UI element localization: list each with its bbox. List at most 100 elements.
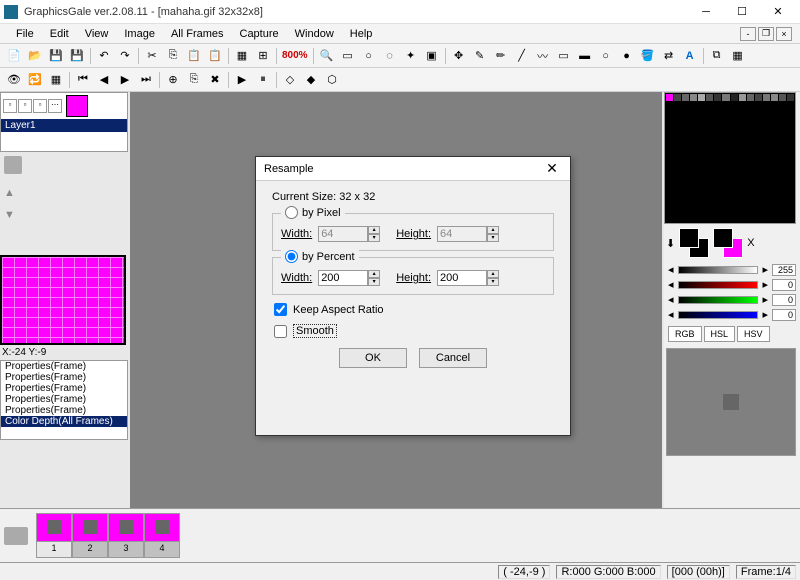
slider-left-icon[interactable]: ◂ — [668, 278, 674, 291]
slider-left-icon[interactable]: ◂ — [668, 263, 674, 276]
ok-button[interactable]: OK — [339, 348, 407, 368]
pixel-width-input[interactable] — [318, 226, 368, 242]
frames-icon[interactable]: ▦ — [46, 70, 66, 90]
slider-left-icon[interactable]: ◂ — [668, 308, 674, 321]
zoom-in-icon[interactable]: 🔍 — [317, 46, 337, 66]
radio-by-pixel[interactable] — [285, 206, 298, 219]
oval-icon[interactable]: ○ — [596, 46, 616, 66]
brush2-icon[interactable]: ◆ — [301, 70, 321, 90]
spin-down-icon[interactable]: ▾ — [368, 234, 380, 242]
brush1-icon[interactable]: ◇ — [280, 70, 300, 90]
zoom-level[interactable]: 800% — [280, 50, 310, 61]
swap-down-icon[interactable]: ⬇ — [666, 237, 675, 250]
open-file-icon[interactable]: 📂 — [25, 46, 45, 66]
spin-down-icon[interactable]: ▾ — [487, 234, 499, 242]
paste2-icon[interactable]: 📋 — [205, 46, 225, 66]
blue-value[interactable]: 0 — [772, 309, 796, 321]
percent-width-input[interactable] — [318, 270, 368, 286]
fill-icon[interactable]: 🪣 — [638, 46, 658, 66]
wheel-icon[interactable] — [4, 156, 22, 174]
layer-more-icon[interactable]: ⋯ — [48, 99, 62, 113]
gray-slider[interactable] — [678, 266, 759, 274]
brush3-icon[interactable]: ⬡ — [322, 70, 342, 90]
copy-icon[interactable]: ⎘ — [163, 46, 183, 66]
history-item[interactable]: Properties(Frame) — [1, 394, 127, 405]
paste-icon[interactable]: 📋 — [184, 46, 204, 66]
slider-right-icon[interactable]: ▸ — [762, 278, 768, 291]
x-icon[interactable]: X — [747, 237, 754, 249]
dialog-close-icon[interactable]: ✕ — [542, 160, 562, 177]
keep-aspect-checkbox[interactable] — [274, 303, 287, 316]
tab-rgb[interactable]: RGB — [668, 326, 702, 342]
history-item[interactable]: Properties(Frame) — [1, 372, 127, 383]
preview-thumbnail[interactable] — [0, 255, 126, 345]
layer-lock-icon[interactable]: ▫ — [18, 99, 32, 113]
spin-up-icon[interactable]: ▴ — [368, 270, 380, 278]
next-frame-icon[interactable]: ▶ — [115, 70, 135, 90]
arrow-up-icon[interactable]: ▲ — [4, 187, 20, 203]
wheel-icon[interactable] — [4, 527, 28, 545]
transparent-icon[interactable]: ▦ — [728, 46, 748, 66]
new-file-icon[interactable]: 📄 — [4, 46, 24, 66]
color-palette[interactable] — [664, 92, 796, 224]
spin-down-icon[interactable]: ▾ — [368, 278, 380, 286]
rect-icon[interactable]: ▭ — [554, 46, 574, 66]
save-all-icon[interactable]: 💾 — [67, 46, 87, 66]
tab-hsv[interactable]: HSV — [737, 326, 770, 342]
fg-bg-swatch[interactable] — [679, 228, 709, 258]
undo-icon[interactable]: ↶ — [94, 46, 114, 66]
prev-frame-icon[interactable]: ◀ — [94, 70, 114, 90]
mdi-restore[interactable]: ❐ — [758, 27, 774, 41]
select-rect-icon[interactable]: ▭ — [338, 46, 358, 66]
play-icon[interactable]: ▶ — [232, 70, 252, 90]
add-frame-icon[interactable]: ⊕ — [163, 70, 183, 90]
select-color-icon[interactable]: ▣ — [422, 46, 442, 66]
red-slider[interactable] — [678, 281, 759, 289]
arrow-down-icon[interactable]: ▼ — [4, 209, 20, 225]
cancel-button[interactable]: Cancel — [419, 348, 487, 368]
grid-icon[interactable]: ▦ — [232, 46, 252, 66]
spin-up-icon[interactable]: ▴ — [487, 226, 499, 234]
red-value[interactable]: 0 — [772, 279, 796, 291]
fillrect-icon[interactable]: ▬ — [575, 46, 595, 66]
spin-down-icon[interactable]: ▾ — [487, 278, 499, 286]
layer-thumbnail[interactable] — [66, 95, 88, 117]
pencil-icon[interactable]: ✏ — [491, 46, 511, 66]
mdi-minimize[interactable]: - — [740, 27, 756, 41]
slider-right-icon[interactable]: ▸ — [762, 293, 768, 306]
spin-up-icon[interactable]: ▴ — [487, 270, 499, 278]
first-frame-icon[interactable]: ⏮ — [73, 70, 93, 90]
menu-file[interactable]: File — [8, 26, 42, 42]
minimize-button[interactable]: ─ — [688, 0, 724, 24]
del-frame-icon[interactable]: ✖ — [205, 70, 225, 90]
replace-icon[interactable]: ⇄ — [659, 46, 679, 66]
history-item[interactable]: Color Depth(All Frames) — [1, 416, 127, 427]
redo-icon[interactable]: ↷ — [115, 46, 135, 66]
menu-view[interactable]: View — [77, 26, 117, 42]
layer-name[interactable]: Layer1 — [1, 119, 127, 132]
save-icon[interactable]: 💾 — [46, 46, 66, 66]
frame-1[interactable]: 1 — [36, 513, 72, 558]
smooth-checkbox[interactable] — [274, 325, 287, 338]
pause-icon[interactable]: ⏸ — [253, 70, 273, 90]
onion-icon[interactable]: 👁 — [4, 70, 24, 90]
slider-right-icon[interactable]: ▸ — [762, 263, 768, 276]
frame-4[interactable]: 4 — [144, 513, 180, 558]
history-item[interactable]: Properties(Frame) — [1, 405, 127, 416]
pixel-height-input[interactable] — [437, 226, 487, 242]
maximize-button[interactable]: ☐ — [724, 0, 760, 24]
wand-icon[interactable]: ✦ — [401, 46, 421, 66]
last-frame-icon[interactable]: ⏭ — [136, 70, 156, 90]
crop-icon[interactable]: ⧉ — [707, 46, 727, 66]
filloval-icon[interactable]: ● — [617, 46, 637, 66]
text-icon[interactable]: A — [680, 46, 700, 66]
slider-right-icon[interactable]: ▸ — [762, 308, 768, 321]
percent-height-input[interactable] — [437, 270, 487, 286]
lasso-icon[interactable]: ◌ — [380, 46, 400, 66]
menu-help[interactable]: Help — [342, 26, 381, 42]
green-slider[interactable] — [678, 296, 759, 304]
radio-by-percent[interactable] — [285, 250, 298, 263]
history-item[interactable]: Properties(Frame) — [1, 361, 127, 372]
menu-capture[interactable]: Capture — [232, 26, 287, 42]
green-value[interactable]: 0 — [772, 294, 796, 306]
